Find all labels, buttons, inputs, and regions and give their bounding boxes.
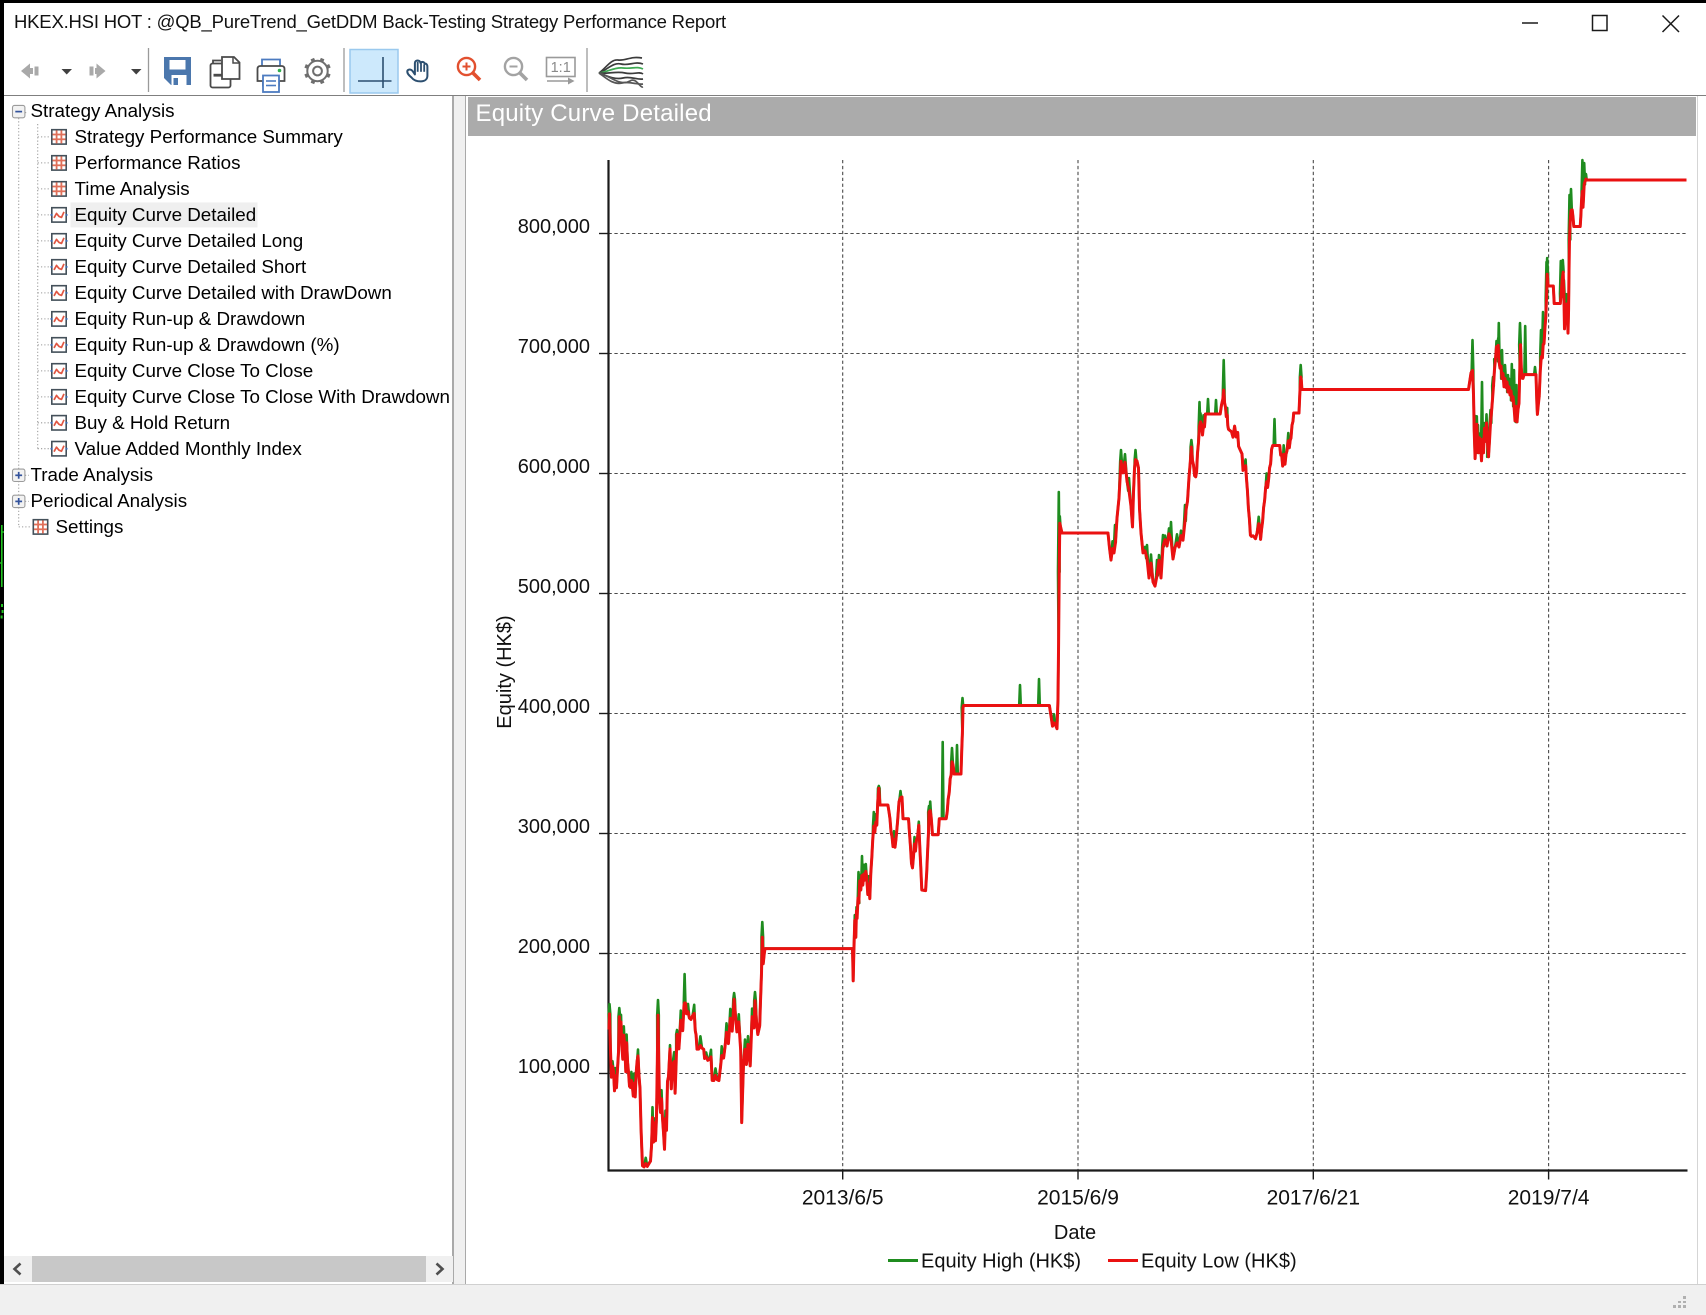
svg-text:Equity Low (HK$): Equity Low (HK$) bbox=[1141, 1251, 1297, 1273]
svg-text:2017/6/21: 2017/6/21 bbox=[1267, 1187, 1360, 1210]
svg-text:500,000: 500,000 bbox=[518, 576, 590, 598]
svg-text:200,000: 200,000 bbox=[518, 936, 590, 958]
svg-text:2019/7/4: 2019/7/4 bbox=[1508, 1187, 1590, 1210]
svg-text:2015/6/9: 2015/6/9 bbox=[1037, 1187, 1119, 1210]
svg-text:400,000: 400,000 bbox=[518, 696, 590, 718]
svg-text:700,000: 700,000 bbox=[518, 336, 590, 358]
svg-text:Date: Date bbox=[1054, 1222, 1096, 1244]
svg-text:2013/6/5: 2013/6/5 bbox=[802, 1187, 884, 1210]
svg-text:600,000: 600,000 bbox=[518, 456, 590, 478]
svg-text:800,000: 800,000 bbox=[518, 216, 590, 238]
svg-text:100,000: 100,000 bbox=[518, 1056, 590, 1078]
svg-text:Equity High (HK$): Equity High (HK$) bbox=[921, 1251, 1081, 1273]
svg-text:300,000: 300,000 bbox=[518, 816, 590, 838]
svg-text:Equity (HK$): Equity (HK$) bbox=[494, 615, 516, 728]
